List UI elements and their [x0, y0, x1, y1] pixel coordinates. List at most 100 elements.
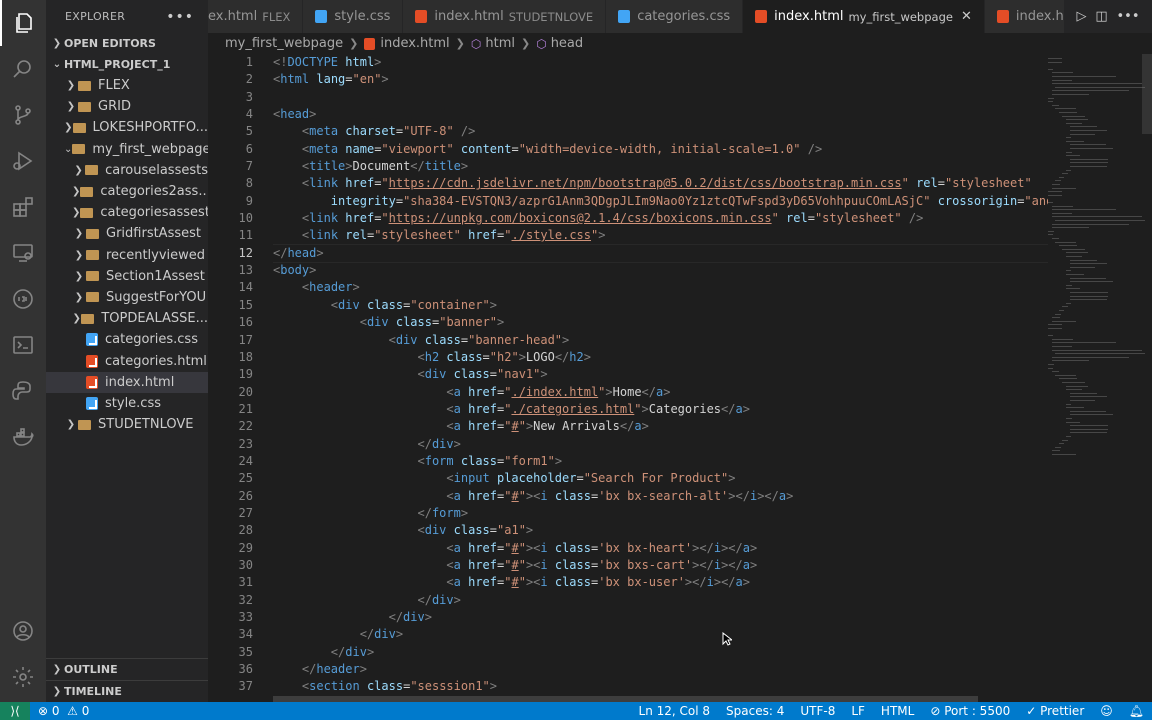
code-line[interactable]: <a href="#"><i class='bx bxs-cart'></i><…: [273, 557, 1048, 574]
code-line[interactable]: <html lang="en">: [273, 71, 1048, 88]
code-line[interactable]: </div>: [273, 609, 1048, 626]
code-line[interactable]: <input placeholder="Search For Product">: [273, 470, 1048, 487]
code-line[interactable]: <div class="banner-head">: [273, 332, 1048, 349]
explorer-icon[interactable]: [0, 0, 46, 46]
code-line[interactable]: <a href="#"><i class='bx bx-heart'></i><…: [273, 540, 1048, 557]
search-icon[interactable]: [0, 46, 46, 92]
tree-item[interactable]: ❯ STUDETNLOVE: [46, 414, 208, 435]
code-editor[interactable]: 1 2 3 4 5 6 7 8 9 10 11 12 13 14 15 16 17 18 19 20 21 22 23 24 2…: [208, 54, 1152, 702]
code-line[interactable]: <h2 class="h2">LOGO</h2>: [273, 349, 1048, 366]
notifications-bell-icon[interactable]: 🔔︎: [1121, 704, 1152, 718]
outline-section[interactable]: ❯ OUTLINE: [46, 658, 208, 680]
remote-explorer-icon[interactable]: [0, 230, 46, 276]
code-line[interactable]: <a href="#"><i class='bx bx-search-alt'>…: [273, 488, 1048, 505]
tree-item[interactable]: ❯ GridfirstAssest: [46, 223, 208, 244]
tree-item[interactable]: ❯ categoriesassest: [46, 202, 208, 223]
code-line[interactable]: <title>Document</title>: [273, 158, 1048, 175]
code-line[interactable]: </head>: [273, 243, 1048, 264]
editor-tab[interactable]: index.html my_first_webpage ✕: [743, 0, 985, 33]
tree-item[interactable]: categories.css: [46, 329, 208, 350]
code-line[interactable]: <a href="#"><i class='bx bx-user'></i></…: [273, 574, 1048, 591]
tree-item[interactable]: ❯ FLEX: [46, 75, 208, 96]
code-line[interactable]: <header>: [273, 279, 1048, 296]
tree-item[interactable]: categories.html: [46, 350, 208, 371]
code-line[interactable]: <div class="container">: [273, 297, 1048, 314]
code-line[interactable]: <meta charset="UTF-8" />: [273, 123, 1048, 140]
tree-item[interactable]: style.css: [46, 393, 208, 414]
code-line[interactable]: <link href="https://unpkg.com/boxicons@2…: [273, 210, 1048, 227]
tree-item[interactable]: ⌄ my_first_webpage: [46, 139, 208, 160]
code-line[interactable]: </div>: [273, 626, 1048, 643]
code-line[interactable]: </div>: [273, 436, 1048, 453]
end-of-line[interactable]: LF: [843, 704, 873, 718]
tree-item[interactable]: ❯ categories2ass...: [46, 181, 208, 202]
more-actions-icon[interactable]: •••: [166, 9, 194, 25]
breadcrumb-folder[interactable]: my_first_webpage: [225, 36, 343, 51]
cursor-position[interactable]: Ln 12, Col 8: [631, 704, 719, 718]
account-icon[interactable]: [0, 608, 46, 654]
feedback-icon[interactable]: ☺: [1092, 704, 1121, 718]
tree-item[interactable]: ❯ Section1Assest: [46, 266, 208, 287]
code-line[interactable]: <a href="#">New Arrivals</a>: [273, 418, 1048, 435]
code-line[interactable]: [273, 89, 1048, 106]
live-server-port[interactable]: ⊘ Port : 5500: [922, 704, 1018, 718]
editor-tab[interactable]: style.css: [303, 0, 404, 33]
tree-item[interactable]: index.html: [46, 371, 208, 393]
project-section[interactable]: ⌄ HTML_PROJECT_1: [46, 54, 208, 75]
code-line[interactable]: <a href="./categories.html">Categories</…: [273, 401, 1048, 418]
tree-item[interactable]: ❯ LOKESHPORTFO...: [46, 117, 208, 138]
language-mode[interactable]: HTML: [873, 704, 922, 718]
code-line[interactable]: <link rel="stylesheet" href="./style.css…: [273, 227, 1048, 244]
tree-item[interactable]: ❯ GRID: [46, 96, 208, 117]
editor-tab[interactable]: categories.css: [606, 0, 744, 33]
more-icon[interactable]: •••: [1117, 9, 1140, 24]
settings-gear-icon[interactable]: [0, 654, 46, 700]
run-icon[interactable]: ▷: [1076, 9, 1086, 24]
code-line[interactable]: <link href="https://cdn.jsdelivr.net/npm…: [273, 175, 1048, 192]
tree-item[interactable]: ❯ SuggestForYOU: [46, 287, 208, 308]
breadcrumb-html[interactable]: html: [485, 36, 515, 51]
vertical-scrollbar[interactable]: [1142, 54, 1152, 134]
open-editors-section[interactable]: ❯ OPEN EDITORS: [46, 33, 208, 54]
source-control-icon[interactable]: [0, 92, 46, 138]
breadcrumb-head[interactable]: head: [551, 36, 583, 51]
prettier-status[interactable]: ✓ Prettier: [1018, 704, 1092, 718]
extensions-icon[interactable]: [0, 184, 46, 230]
code-line[interactable]: <body>: [273, 262, 1048, 279]
close-icon[interactable]: ✕: [961, 9, 972, 24]
code-line[interactable]: <div class="a1">: [273, 522, 1048, 539]
code-line[interactable]: <div class="banner">: [273, 314, 1048, 331]
problems-indicator[interactable]: ⊗ 0 ⚠ 0: [30, 704, 97, 718]
breadcrumb-file[interactable]: index.html: [380, 36, 449, 51]
code-line[interactable]: </form>: [273, 505, 1048, 522]
terminal-icon[interactable]: [0, 322, 46, 368]
timeline-section[interactable]: ❯ TIMELINE: [46, 680, 208, 702]
python-icon[interactable]: [0, 368, 46, 414]
tree-item[interactable]: ❯ recentlyviewed: [46, 245, 208, 266]
json-icon[interactable]: [0, 276, 46, 322]
remote-icon[interactable]: ⟩⟨: [0, 702, 30, 720]
code-line[interactable]: <!DOCTYPE html>: [273, 54, 1048, 71]
indentation[interactable]: Spaces: 4: [718, 704, 792, 718]
code-line[interactable]: </div>: [273, 644, 1048, 661]
code-area[interactable]: <!DOCTYPE html> <html lang="en"> <head> <m…: [273, 54, 1048, 696]
editor-tab[interactable]: index.html STUDETNLOVE: [403, 0, 607, 33]
tree-item[interactable]: ❯ carouselassests: [46, 160, 208, 181]
tree-item[interactable]: ❯ TOPDEALASSE...: [46, 308, 208, 329]
encoding[interactable]: UTF-8: [792, 704, 843, 718]
split-editor-icon[interactable]: ◫: [1095, 9, 1107, 24]
code-line[interactable]: <form class="form1">: [273, 453, 1048, 470]
minimap[interactable]: [1048, 54, 1146, 484]
code-line[interactable]: </div>: [273, 592, 1048, 609]
code-line[interactable]: <div class="nav1">: [273, 366, 1048, 383]
run-debug-icon[interactable]: [0, 138, 46, 184]
code-line[interactable]: <meta name="viewport" content="width=dev…: [273, 141, 1048, 158]
docker-icon[interactable]: [0, 414, 46, 460]
code-line[interactable]: integrity="sha384-EVSTQN3/azprG1Anm3QDgp…: [273, 193, 1048, 210]
editor-tab[interactable]: ex.html FLEX: [208, 0, 304, 33]
code-line[interactable]: <section class="sesssion1">: [273, 678, 1048, 695]
code-line[interactable]: <a href="./index.html">Home</a>: [273, 384, 1048, 401]
editor-tab[interactable]: index.h: [984, 0, 1077, 33]
code-line[interactable]: <head>: [273, 106, 1048, 123]
code-line[interactable]: </header>: [273, 661, 1048, 678]
